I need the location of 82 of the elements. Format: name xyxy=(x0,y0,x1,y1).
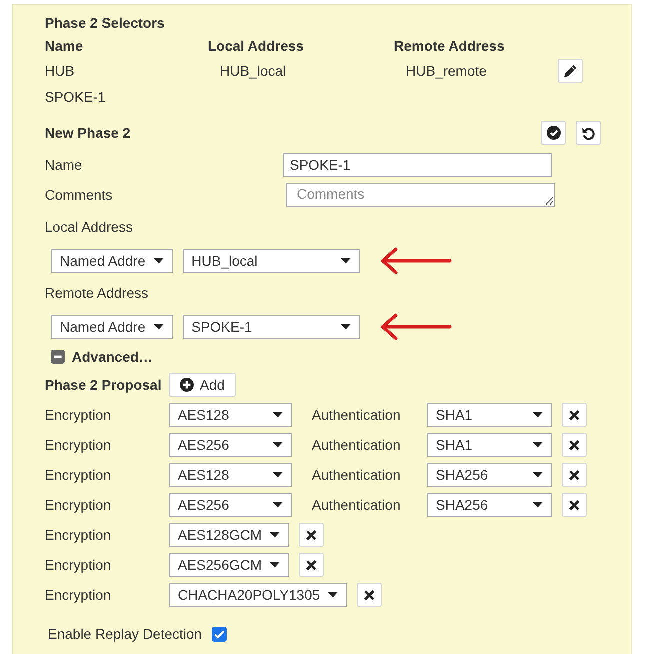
encryption-select[interactable]: AES256GCM xyxy=(169,553,290,577)
remove-button[interactable] xyxy=(357,583,382,607)
remove-button[interactable] xyxy=(562,403,587,427)
caret-icon xyxy=(533,502,543,508)
encryption-select[interactable]: AES128GCM xyxy=(169,523,290,547)
undo-icon xyxy=(582,126,595,140)
column-header: Local Address xyxy=(208,38,304,54)
close-icon xyxy=(569,410,580,420)
caret-icon xyxy=(273,442,283,448)
save-button[interactable] xyxy=(541,121,566,145)
plus-circle-icon xyxy=(180,378,194,392)
caret-icon xyxy=(273,472,283,478)
remove-button[interactable] xyxy=(299,523,324,547)
section-title: New Phase 2 xyxy=(45,125,131,141)
field-label: Encryption xyxy=(45,407,112,423)
close-icon xyxy=(569,470,580,480)
remove-button[interactable] xyxy=(299,553,324,577)
field-label: Local Address xyxy=(45,219,133,235)
comments-field[interactable]: Comments xyxy=(286,183,555,207)
address-type-select[interactable]: Named Addre xyxy=(51,249,173,273)
checkbox[interactable] xyxy=(212,626,228,642)
table-cell: SPOKE-1 xyxy=(45,89,106,105)
authentication-select[interactable]: SHA1 xyxy=(427,433,552,457)
encryption-select[interactable]: AES256 xyxy=(169,493,292,517)
section-title: Phase 2 Proposal xyxy=(45,377,162,393)
pencil-icon xyxy=(564,64,577,78)
caret-icon xyxy=(273,502,283,508)
field-label: Encryption xyxy=(45,437,112,453)
caret-icon xyxy=(533,442,543,448)
field-label: Authentication xyxy=(312,437,401,453)
field-label: Authentication xyxy=(312,497,401,513)
caret-icon xyxy=(273,412,283,418)
field-label: Authentication xyxy=(312,407,401,423)
revert-button[interactable] xyxy=(576,121,601,145)
caret-icon xyxy=(154,258,164,264)
close-icon xyxy=(306,530,318,540)
address-select[interactable]: HUB_local xyxy=(182,249,360,273)
caret-icon xyxy=(340,324,351,330)
address-type-select[interactable]: Named Addre xyxy=(51,315,173,339)
address-select[interactable]: SPOKE-1 xyxy=(182,315,360,339)
field-label: Authentication xyxy=(312,467,401,483)
field-label: Name xyxy=(45,157,82,173)
encryption-select[interactable]: AES256 xyxy=(169,433,292,457)
encryption-select[interactable]: CHACHA20POLY1305 xyxy=(169,583,348,607)
column-header: Name xyxy=(45,38,84,54)
close-icon xyxy=(364,590,376,600)
field-label: Enable Replay Detection xyxy=(48,626,202,642)
authentication-select[interactable]: SHA256 xyxy=(427,493,552,517)
caret-icon xyxy=(340,258,351,264)
caret-icon xyxy=(533,472,543,478)
caret-icon xyxy=(533,412,543,418)
remove-button[interactable] xyxy=(562,493,587,517)
add-button[interactable]: Add xyxy=(169,373,236,397)
table-cell: HUB_remote xyxy=(406,63,487,79)
authentication-select[interactable]: SHA256 xyxy=(427,463,552,487)
table-cell: HUB xyxy=(45,63,75,79)
field-label: Encryption xyxy=(45,587,112,603)
authentication-select[interactable]: SHA1 xyxy=(427,403,552,427)
encryption-select[interactable]: AES128 xyxy=(169,403,292,427)
field-label: Comments xyxy=(45,187,113,203)
caret-icon xyxy=(154,324,164,330)
close-icon xyxy=(569,500,580,510)
encryption-select[interactable]: AES128 xyxy=(169,463,292,487)
remove-button[interactable] xyxy=(562,433,587,457)
field-label: Encryption xyxy=(45,467,112,483)
check-circle-icon xyxy=(546,126,560,140)
close-icon xyxy=(569,440,580,450)
table-cell: HUB_local xyxy=(220,63,286,79)
field-label: Remote Address xyxy=(45,285,148,301)
column-header: Remote Address xyxy=(394,38,505,54)
caret-icon xyxy=(270,562,280,568)
field-label: Encryption xyxy=(45,527,112,543)
edit-button[interactable] xyxy=(558,59,583,83)
caret-icon xyxy=(270,532,280,538)
remove-button[interactable] xyxy=(562,463,587,487)
advanced-toggle[interactable]: Advanced… xyxy=(51,349,153,365)
field-label: Encryption xyxy=(45,497,112,513)
section-title: Phase 2 Selectors xyxy=(45,15,165,31)
name-field[interactable]: SPOKE-1 xyxy=(283,153,552,177)
caret-icon xyxy=(328,592,338,598)
close-icon xyxy=(306,560,318,570)
field-label: Encryption xyxy=(45,557,112,573)
